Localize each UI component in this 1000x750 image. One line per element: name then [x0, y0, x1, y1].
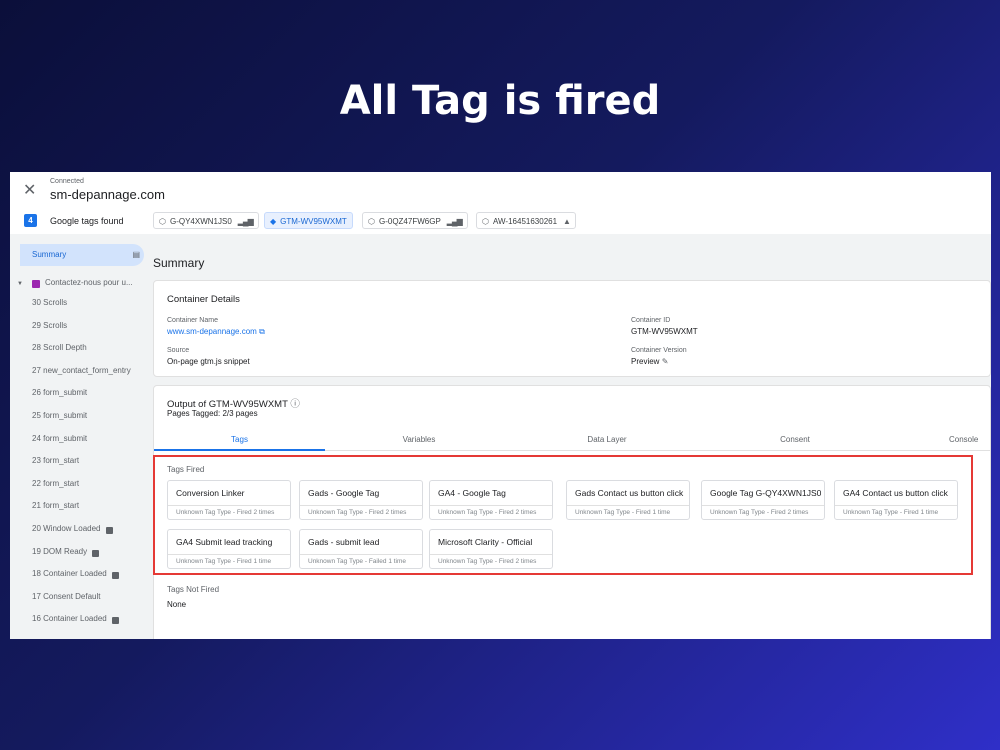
- sidebar-item-event[interactable]: 25 form_submit: [10, 411, 151, 425]
- help-icon[interactable]: ⓘ: [290, 399, 300, 410]
- card-heading: Container Details: [167, 294, 240, 305]
- sidebar-group-page[interactable]: ▼ Contactez-nous pour u...: [10, 278, 151, 292]
- gtm-event-icon: [112, 617, 119, 625]
- clear-icon[interactable]: ▤: [132, 244, 140, 266]
- ads-icon: ▲: [563, 217, 571, 226]
- output-heading: Output of GTM-WV95WXMT ⓘ: [167, 396, 300, 410]
- top-bar: ✕ Connected sm-depannage.com: [10, 172, 991, 208]
- tag-chip-g-qy4xwn1js0[interactable]: ⬡ G-QY4XWN1JS0 ▂▄▆: [153, 212, 259, 229]
- connection-status: Connected: [50, 178, 84, 185]
- sidebar-item-event[interactable]: 23 form_start: [10, 456, 151, 470]
- sidebar-item-label: 30 Scrolls: [32, 298, 68, 307]
- tags-not-fired-value: None: [167, 600, 187, 609]
- container-name-label: Container Name: [167, 317, 218, 324]
- gtm-event-icon: [92, 549, 99, 557]
- gtm-event-icon: [112, 572, 119, 580]
- sidebar-item-label: 25 form_submit: [32, 411, 88, 420]
- sidebar-item-label: 20 Window Loaded: [32, 524, 101, 533]
- container-name-link[interactable]: www.sm-depannage.com ⧉: [167, 327, 265, 337]
- sidebar-item-label: 23 form_start: [32, 456, 80, 466]
- tag-icon: ⬡: [482, 217, 489, 226]
- expand-triangle-icon: ▼: [17, 281, 23, 287]
- event-sidebar: Summary ▤ ▼ Contactez-nous pour u... 30 …: [10, 234, 151, 639]
- tags-count-badge: 4: [24, 214, 37, 227]
- tab-consent[interactable]: Consent: [710, 435, 880, 444]
- tag-chip-label: G-QY4XWN1JS0: [169, 217, 232, 226]
- container-name-value: www.sm-depannage.com: [167, 327, 257, 336]
- sidebar-item-event[interactable]: 16 Container Loaded: [10, 614, 151, 628]
- slide-title: All Tag is fired: [339, 78, 661, 124]
- container-version-label: Container Version: [631, 347, 687, 354]
- google-tags-bar: 4 Google tags found ⬡ G-QY4XWN1JS0 ▂▄▆ ◆ GT…: [10, 208, 991, 235]
- sidebar-item-event[interactable]: 29 Scrolls: [10, 321, 151, 335]
- tags-not-fired-label: Tags Not Fired: [167, 585, 220, 594]
- tag-chip-label: GTM-WV95WXMT: [280, 217, 347, 226]
- sidebar-item-event[interactable]: 26 form_submit: [10, 388, 151, 402]
- sidebar-item-label: 21 form_start: [32, 501, 80, 511]
- signal-icon: ▂▄▆: [237, 217, 254, 226]
- sidebar-item-event[interactable]: 28 Scroll Depth: [10, 343, 151, 357]
- sidebar-item-label: 16 Container Loaded: [32, 614, 107, 624]
- sidebar-group-label: Contactez-nous pour u...: [45, 278, 133, 287]
- sidebar-item-label: 27 new_contact_form_entry: [32, 365, 131, 375]
- sidebar-item-label: 19 DOM Ready: [32, 546, 88, 556]
- tag-assistant-window: ✕ Connected sm-depannage.com 4 Google ta…: [10, 172, 991, 639]
- sidebar-item-label: 18 Container Loaded: [32, 569, 107, 579]
- sidebar-item-label: 26 form_submit: [32, 388, 88, 398]
- sidebar-item-label: Summary: [32, 250, 67, 259]
- sidebar-item-event[interactable]: 17 Consent Default: [10, 592, 151, 606]
- source-value: On-page gtm.js snippet: [167, 357, 250, 366]
- sidebar-item-event[interactable]: 20 Window Loaded: [10, 524, 151, 538]
- sidebar-item-event[interactable]: 22 form_start: [10, 479, 151, 493]
- sidebar-item-label: 28 Scroll Depth: [32, 343, 87, 353]
- sidebar-item-summary[interactable]: Summary ▤: [20, 244, 144, 266]
- container-id-label: Container ID: [631, 317, 671, 324]
- sidebar-item-label: 22 form_start: [32, 478, 80, 488]
- sidebar-item-event[interactable]: 27 new_contact_form_entry: [10, 366, 151, 380]
- page-title: Summary: [153, 256, 205, 270]
- tab-data-layer[interactable]: Data Layer: [522, 435, 692, 444]
- sidebar-item-label: 24 form_submit: [32, 433, 88, 443]
- tag-chip-aw-16451630261[interactable]: ⬡ AW-16451630261 ▲: [476, 212, 576, 229]
- sidebar-item-event[interactable]: 21 form_start: [10, 501, 151, 515]
- container-details-card: Container Details Container Name www.sm-…: [153, 280, 991, 377]
- sidebar-item-event[interactable]: 19 DOM Ready: [10, 547, 151, 561]
- tab-tags[interactable]: Tags: [154, 435, 325, 444]
- close-icon[interactable]: ✕: [23, 180, 36, 200]
- gtm-event-icon: [106, 527, 113, 534]
- diamond-icon: ◆: [270, 217, 277, 226]
- sidebar-item-event[interactable]: 30 Scrolls: [10, 298, 151, 312]
- page-marker-icon: [32, 280, 40, 288]
- container-id-value: GTM-WV95WXMT: [631, 327, 698, 336]
- pages-tagged: Pages Tagged: 2/3 pages: [167, 409, 258, 418]
- sidebar-item-event[interactable]: 24 form_submit: [10, 434, 151, 448]
- tab-console[interactable]: Console: [949, 435, 991, 444]
- container-version-value: Preview ✎: [631, 357, 668, 366]
- source-label: Source: [167, 347, 190, 354]
- tag-icon: ⬡: [159, 217, 166, 226]
- active-tab-indicator: [154, 449, 325, 451]
- tag-chip-gtm-wv95wxmt[interactable]: ◆ GTM-WV95WXMT: [264, 212, 353, 229]
- tags-fired-highlight: [153, 455, 973, 575]
- main-panel: Summary Container Details Container Name…: [151, 234, 991, 639]
- edit-pencil-icon[interactable]: ✎: [662, 357, 669, 366]
- tag-chip-label: AW-16451630261: [492, 217, 558, 226]
- tag-chip-g-0qz47fw6gp[interactable]: ⬡ G-0QZ47FW6GP ▂▄▆: [362, 212, 468, 229]
- external-link-icon: ⧉: [259, 327, 265, 336]
- connected-domain: sm-depannage.com: [50, 187, 165, 202]
- sidebar-item-label: 29 Scrolls: [32, 320, 68, 330]
- tab-variables[interactable]: Variables: [334, 435, 504, 444]
- sidebar-item-label: 17 Consent Default: [32, 591, 101, 601]
- tags-found-label: Google tags found: [50, 216, 124, 226]
- tag-icon: ⬡: [368, 217, 375, 226]
- sidebar-item-event[interactable]: 18 Container Loaded: [10, 569, 151, 583]
- version-text: Preview: [631, 357, 660, 366]
- signal-icon: ▂▄▆: [446, 217, 463, 226]
- tag-chip-label: G-0QZ47FW6GP: [378, 217, 441, 226]
